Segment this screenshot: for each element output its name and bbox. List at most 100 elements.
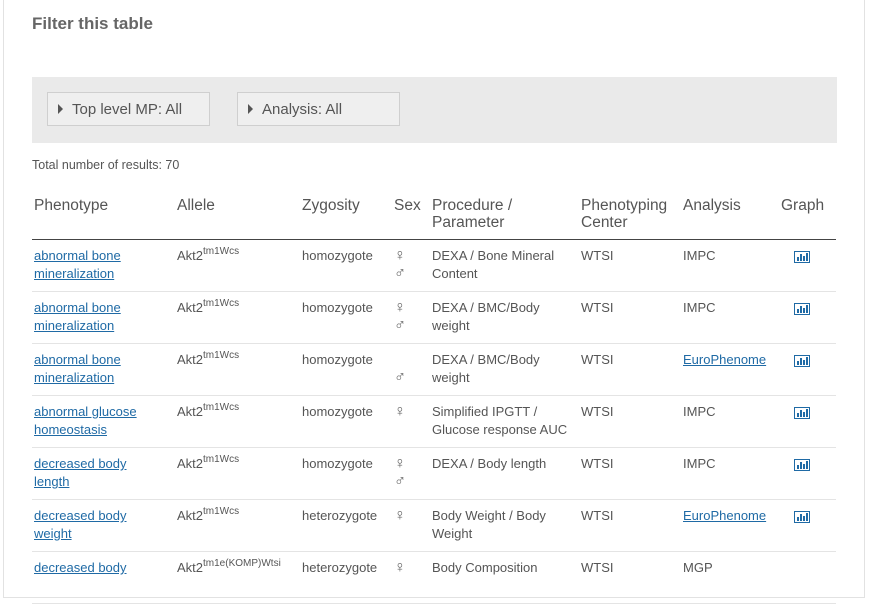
allele-symbol: Akt2	[177, 248, 204, 263]
allele-superscript: tm1Wcs	[203, 453, 240, 465]
sex-cell: ♀	[392, 499, 430, 552]
column-header-graph[interactable]: Graph	[779, 193, 836, 240]
table-row: decreased body Akt2tm1e(KOMP)Wtsi heterozy…	[32, 551, 836, 604]
zygosity-cell: homozygote	[300, 343, 392, 396]
column-header-procedure[interactable]: Procedure / Parameter	[430, 193, 579, 240]
graph-cell	[779, 395, 836, 448]
analysis-filter-label: Analysis: All	[262, 100, 343, 118]
filter-bar: Top level MP: All Analysis: All	[32, 77, 837, 143]
allele-cell: Akt2tm1Wcs	[175, 499, 300, 552]
procedure-cell: DEXA / BMC/Body weight	[430, 343, 579, 396]
graph-cell	[779, 239, 836, 292]
analysis-link[interactable]: EuroPhenome	[683, 352, 766, 367]
caret-right-icon	[248, 104, 253, 114]
allele-cell: Akt2tm1Wcs	[175, 447, 300, 500]
allele-superscript: tm1e(KOMP)Wtsi	[203, 557, 281, 569]
analysis-text: IMPC	[683, 248, 716, 263]
allele-superscript: tm1Wcs	[203, 297, 240, 309]
phenotype-cell: abnormal glucose homeostasis	[32, 395, 175, 448]
center-cell: WTSI	[579, 291, 681, 344]
phenotype-link[interactable]: decreased body length	[34, 456, 127, 489]
allele-superscript: tm1Wcs	[203, 401, 240, 413]
analysis-cell: IMPC	[681, 239, 779, 292]
center-cell: WTSI	[579, 551, 681, 604]
allele-cell: Akt2tm1Wcs	[175, 395, 300, 448]
table-row: abnormal bone mineralization Akt2tm1Wcs hom…	[32, 291, 836, 344]
zygosity-cell: homozygote	[300, 395, 392, 448]
bar-chart-icon[interactable]	[794, 510, 810, 528]
bar-chart-icon[interactable]	[794, 354, 810, 372]
male-icon: ♂	[394, 369, 406, 386]
column-header-phenotype[interactable]: Phenotype	[32, 193, 175, 240]
sex-cell: ♀	[392, 395, 430, 448]
bar-chart-icon[interactable]	[794, 302, 810, 320]
female-icon: ♀	[394, 403, 406, 420]
analysis-cell: EuroPhenome	[681, 499, 779, 552]
phenotype-cell: decreased body length	[32, 447, 175, 500]
column-header-center[interactable]: Phenotyping Center	[579, 193, 681, 240]
phenotype-cell: abnormal bone mineralization	[32, 239, 175, 292]
column-header-sex[interactable]: Sex	[392, 193, 430, 240]
analysis-cell: IMPC	[681, 291, 779, 344]
center-cell: WTSI	[579, 447, 681, 500]
filter-title: Filter this table	[32, 14, 153, 33]
allele-symbol: Akt2	[177, 352, 204, 367]
center-cell: WTSI	[579, 499, 681, 552]
procedure-cell: Body Weight / Body Weight	[430, 499, 579, 552]
analysis-cell: IMPC	[681, 447, 779, 500]
table-row: decreased body weight Akt2tm1Wcs heterozygo…	[32, 499, 836, 552]
male-icon: ♂	[394, 473, 406, 490]
center-cell: WTSI	[579, 343, 681, 396]
phenotype-link[interactable]: abnormal bone mineralization	[34, 300, 121, 333]
table-row: decreased body length Akt2tm1Wcs homozygote…	[32, 447, 836, 500]
analysis-cell: IMPC	[681, 395, 779, 448]
female-icon: ♀	[394, 559, 406, 576]
phenotype-results-table: Phenotype Allele Zygosity Sex Procedure …	[32, 193, 836, 604]
procedure-cell: DEXA / Body length	[430, 447, 579, 500]
sex-cell: ♂	[392, 343, 430, 396]
procedure-cell: DEXA / Bone Mineral Content	[430, 239, 579, 292]
zygosity-cell: homozygote	[300, 239, 392, 292]
total-results-count: Total number of results: 70	[32, 158, 180, 172]
sex-cell: ♀	[392, 551, 430, 604]
column-header-zygosity[interactable]: Zygosity	[300, 193, 392, 240]
caret-right-icon	[58, 104, 63, 114]
male-icon: ♂	[394, 265, 406, 282]
sex-cell: ♀ ♂	[392, 239, 430, 292]
analysis-cell: EuroPhenome	[681, 343, 779, 396]
analysis-link[interactable]: EuroPhenome	[683, 508, 766, 523]
allele-cell: Akt2tm1Wcs	[175, 343, 300, 396]
zygosity-cell: heterozygote	[300, 499, 392, 552]
center-cell: WTSI	[579, 239, 681, 292]
bar-chart-icon[interactable]	[794, 406, 810, 424]
procedure-cell: DEXA / BMC/Body weight	[430, 291, 579, 344]
top-level-mp-filter-button[interactable]: Top level MP: All	[47, 92, 210, 126]
bar-chart-icon[interactable]	[794, 250, 810, 268]
phenotype-link[interactable]: decreased body weight	[34, 508, 127, 541]
female-icon: ♀	[394, 247, 406, 264]
zygosity-cell: homozygote	[300, 447, 392, 500]
table-row: abnormal glucose homeostasis Akt2tm1Wcs hom…	[32, 395, 836, 448]
female-icon: ♀	[394, 507, 406, 524]
allele-superscript: tm1Wcs	[203, 349, 240, 361]
center-cell: WTSI	[579, 395, 681, 448]
phenotype-link[interactable]: abnormal glucose homeostasis	[34, 404, 137, 437]
allele-cell: Akt2tm1Wcs	[175, 291, 300, 344]
procedure-cell: Body Composition	[430, 551, 579, 604]
analysis-filter-button[interactable]: Analysis: All	[237, 92, 400, 126]
allele-cell: Akt2tm1Wcs	[175, 239, 300, 292]
phenotype-link[interactable]: abnormal bone mineralization	[34, 352, 121, 385]
phenotype-link[interactable]: abnormal bone mineralization	[34, 248, 121, 281]
allele-superscript: tm1Wcs	[203, 505, 240, 517]
column-header-analysis[interactable]: Analysis	[681, 193, 779, 240]
column-header-allele[interactable]: Allele	[175, 193, 300, 240]
allele-symbol: Akt2	[177, 456, 204, 471]
male-icon: ♂	[394, 317, 406, 334]
analysis-text: IMPC	[683, 404, 716, 419]
bar-chart-icon[interactable]	[794, 458, 810, 476]
female-icon: ♀	[394, 299, 406, 316]
graph-cell	[779, 447, 836, 500]
analysis-cell: MGP	[681, 551, 779, 604]
allele-symbol: Akt2	[177, 508, 204, 523]
top-level-mp-filter-label: Top level MP: All	[72, 100, 183, 118]
